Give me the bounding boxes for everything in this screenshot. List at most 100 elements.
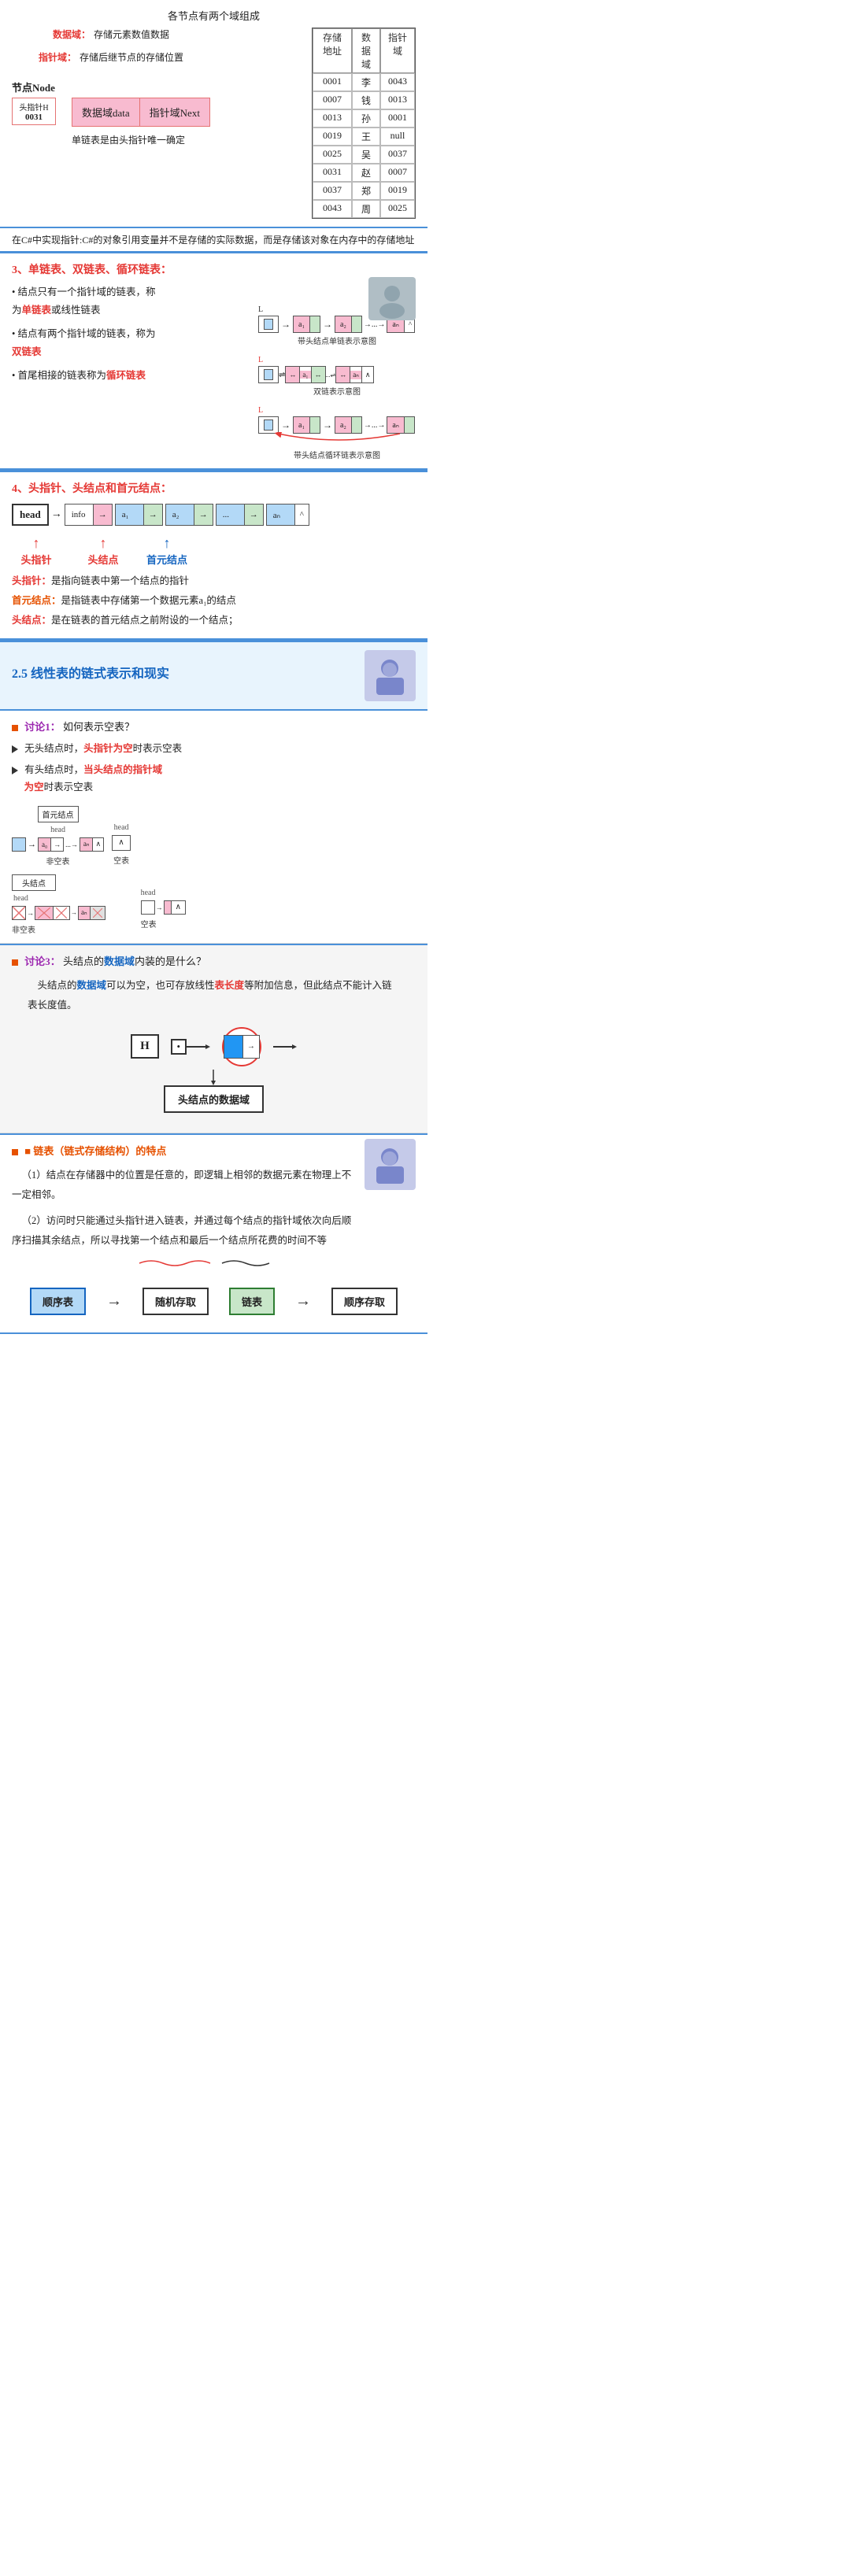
non-empty-label2: 非空表 bbox=[12, 923, 105, 935]
comparison: 顺序表 → 随机存取 链表 → 顺序存取 bbox=[12, 1278, 416, 1325]
memory-cell: 0013 bbox=[380, 91, 415, 109]
section3-heading: 3、单链表、双链表、循环链表： bbox=[12, 261, 416, 277]
section25-heading: 2.5 线性表的链式表示和现实 bbox=[12, 663, 169, 682]
circular-list-highlight: 循环链表 bbox=[106, 370, 146, 381]
memory-table-row: 0043周0025 bbox=[313, 200, 415, 218]
label-head-node-col: ↑ 头结点 bbox=[80, 535, 126, 567]
section-list-types: 3、单链表、双链表、循环链表： • 结点只有一个指针域的链表，称为单链表或线性链… bbox=[0, 253, 428, 470]
memory-table-header: 存储地址 数据域 指针域 bbox=[313, 28, 415, 73]
disc3-ptr-area: → bbox=[243, 1036, 259, 1058]
node-label: 节点Node bbox=[12, 79, 210, 94]
hd-info-data: info bbox=[65, 504, 94, 525]
diagram3-label: 带头结点循环链表示意图 bbox=[258, 449, 416, 460]
memory-cell: 0043 bbox=[313, 200, 352, 218]
memory-table-row: 0037郑0019 bbox=[313, 182, 415, 200]
diagram-circular-list: L → a₁ → a₂ →...→ bbox=[258, 406, 416, 460]
tri-icon-2 bbox=[12, 767, 18, 774]
section4-heading: 4、头指针、头结点和首元结点： bbox=[12, 480, 416, 496]
memory-cell: 王 bbox=[352, 128, 380, 146]
memory-cell: 0025 bbox=[380, 200, 415, 218]
disc1-hl1: 头指针为空 bbox=[83, 743, 133, 754]
disc1-with-head-diagrams: 头结点 head → → aₙ bbox=[12, 874, 416, 935]
disc3-down-arrow bbox=[190, 1070, 237, 1085]
memory-table-row: 0025吴0037 bbox=[313, 146, 415, 164]
ptr-field-desc: 存储后继节点的存储位置 bbox=[80, 50, 183, 64]
hd-a2-data: a₂ bbox=[166, 504, 194, 525]
avatar-3 bbox=[365, 1139, 416, 1190]
memory-cell: 李 bbox=[352, 73, 380, 91]
label-first-node-col: ↑ 首元结点 bbox=[140, 535, 194, 567]
memory-cell: 0031 bbox=[313, 164, 352, 182]
circular-arrow bbox=[274, 432, 416, 447]
hd-a2-ptr: → bbox=[194, 504, 213, 525]
list-diagrams: L → a₁ → a₂ →...→ bbox=[258, 283, 416, 460]
section-node-structure: 各节点有两个域组成 数据域： 存储元素数值数据 指针域： 存储后继节点的存储位置… bbox=[0, 0, 428, 228]
single-link-note: 单链表是由头指针唯一确定 bbox=[72, 133, 210, 146]
section-25-header: 2.5 线性表的链式表示和现实 bbox=[0, 642, 428, 711]
hd-dots-ptr: → bbox=[245, 504, 263, 525]
memory-cell: 0019 bbox=[313, 128, 352, 146]
disc1-empty-hnode: ∧ bbox=[164, 900, 186, 915]
disc1-node1: a₀ → bbox=[38, 837, 64, 852]
disc3-blue-data bbox=[224, 1036, 243, 1058]
single-list-highlight: 单链表 bbox=[22, 305, 52, 316]
disc1-hnode bbox=[35, 906, 70, 920]
hd-a1-ptr: → bbox=[144, 504, 162, 525]
disc1-question: 如何表示空表？ bbox=[63, 721, 135, 733]
disc1-with-head-empty-row: → ∧ bbox=[141, 900, 186, 915]
memory-cell: 孙 bbox=[352, 109, 380, 128]
hd-info-ptr: → bbox=[94, 504, 112, 525]
disc1-bullet1: 无头结点时，头指针为空时表示空表 bbox=[12, 740, 416, 758]
memory-table-row: 0007钱0013 bbox=[313, 91, 415, 109]
comp-sequential-access-box: 顺序存取 bbox=[331, 1288, 398, 1315]
wave-line bbox=[12, 1257, 416, 1272]
disc1-no-head-empty: head ∧ 空表 bbox=[112, 806, 131, 866]
disc1-with-head-empty-label: head bbox=[141, 889, 186, 897]
comp-arrow2: → bbox=[295, 1292, 311, 1310]
hd-an-ptr: ^ bbox=[295, 504, 309, 525]
hd-arrow1: → bbox=[51, 508, 62, 521]
disc3-title: 讨论3： 头结点的数据域内装的是什么？ bbox=[12, 953, 416, 968]
empty-label: 空表 bbox=[113, 854, 129, 866]
disc3-ptr-cell: • bbox=[171, 1039, 187, 1055]
discussion-1: 讨论1： 如何表示空表？ 无头结点时，头指针为空时表示空表 有头结点时，当头结点… bbox=[0, 711, 428, 944]
disc1-label: 讨论1： bbox=[24, 721, 61, 733]
dll-node-a1: ↔ a₁ ↔ bbox=[285, 366, 325, 383]
chain-body: （1）结点在存储器中的位置是任意的，即逻辑上相邻的数据元素在物理上不一定相邻。 … bbox=[12, 1166, 357, 1251]
diagram-double-list: L ⇌ ↔ a₁ ↔ ...⇌ ↔ aₙ ∧ bbox=[258, 356, 416, 397]
disc3-label-col: 头结点的数据域 bbox=[164, 1070, 264, 1113]
chain-bullet bbox=[12, 1149, 18, 1155]
chain-point1: （1）结点在存储器中的位置是任意的，即逻辑上相邻的数据元素在物理上不一定相邻。 bbox=[12, 1166, 357, 1205]
note-csharp: 在C#中实现指针:C#的对象引用变量并不是存储的实际数据，而是存储该对象在内存中… bbox=[0, 228, 428, 251]
comp-sequential-box: 顺序表 bbox=[30, 1288, 86, 1315]
list-types-content: • 结点只有一个指针域的链表，称为单链表或线性链表 • 结点有两个指针域的链表，… bbox=[12, 283, 416, 460]
memory-cell: 周 bbox=[352, 200, 380, 218]
dll-node-an: ↔ aₙ ∧ bbox=[335, 366, 374, 383]
avatar-1 bbox=[368, 277, 416, 320]
bullet-single: • 结点只有一个指针域的链表，称为单链表或线性链表 bbox=[12, 283, 250, 319]
comp-arrow1: → bbox=[106, 1292, 122, 1310]
hd-head-box: head bbox=[12, 504, 49, 526]
hd-a2-node: a₂ → bbox=[165, 504, 213, 526]
ll-node-a2: a₂ bbox=[335, 316, 362, 333]
memory-cell: 吴 bbox=[352, 146, 380, 164]
bullet-circular: • 首尾相接的链表称为循环链表 bbox=[12, 367, 250, 385]
def-head-ptr: 头指针：是指向链表中第一个结点的指针 bbox=[12, 571, 416, 591]
memory-cell: null bbox=[380, 128, 415, 146]
disc1-no-head-row: → a₀ → ...→ aₙ ∧ bbox=[12, 837, 104, 852]
node-ptr-fields: 指针域： 存储后继节点的存储位置 bbox=[39, 50, 183, 64]
def-first-node: 首元结点：是指链表中存储第一个数据元素a₁的结点 bbox=[12, 591, 416, 611]
disc1-empty-head-label: head bbox=[114, 823, 129, 832]
node-box: 数据域data 指针域Next bbox=[72, 98, 210, 127]
hd-an-data: aₙ bbox=[267, 504, 295, 525]
memory-cell: 0001 bbox=[313, 73, 352, 91]
definitions: 头指针：是指向链表中第一个结点的指针 首元结点：是指链表中存储第一个数据元素a₁… bbox=[12, 571, 416, 630]
diagram1-label: 带头结点单链表示意图 bbox=[258, 334, 416, 346]
disc1-head-ptr bbox=[12, 906, 26, 920]
comp-chain-box: 链表 bbox=[229, 1288, 275, 1315]
section-head-ptr: 4、头指针、头结点和首元结点： head → info → a₁ → a₂ → … bbox=[0, 472, 428, 640]
memory-cell: 0043 bbox=[380, 73, 415, 91]
label-head-ptr-col: ↑ 头指针 bbox=[16, 535, 57, 567]
chain-chars-title: ■ 链表（链式存储结构）的特点 bbox=[12, 1143, 357, 1158]
disc3-question: 头结点的数据域内装的是什么？ bbox=[63, 955, 206, 967]
